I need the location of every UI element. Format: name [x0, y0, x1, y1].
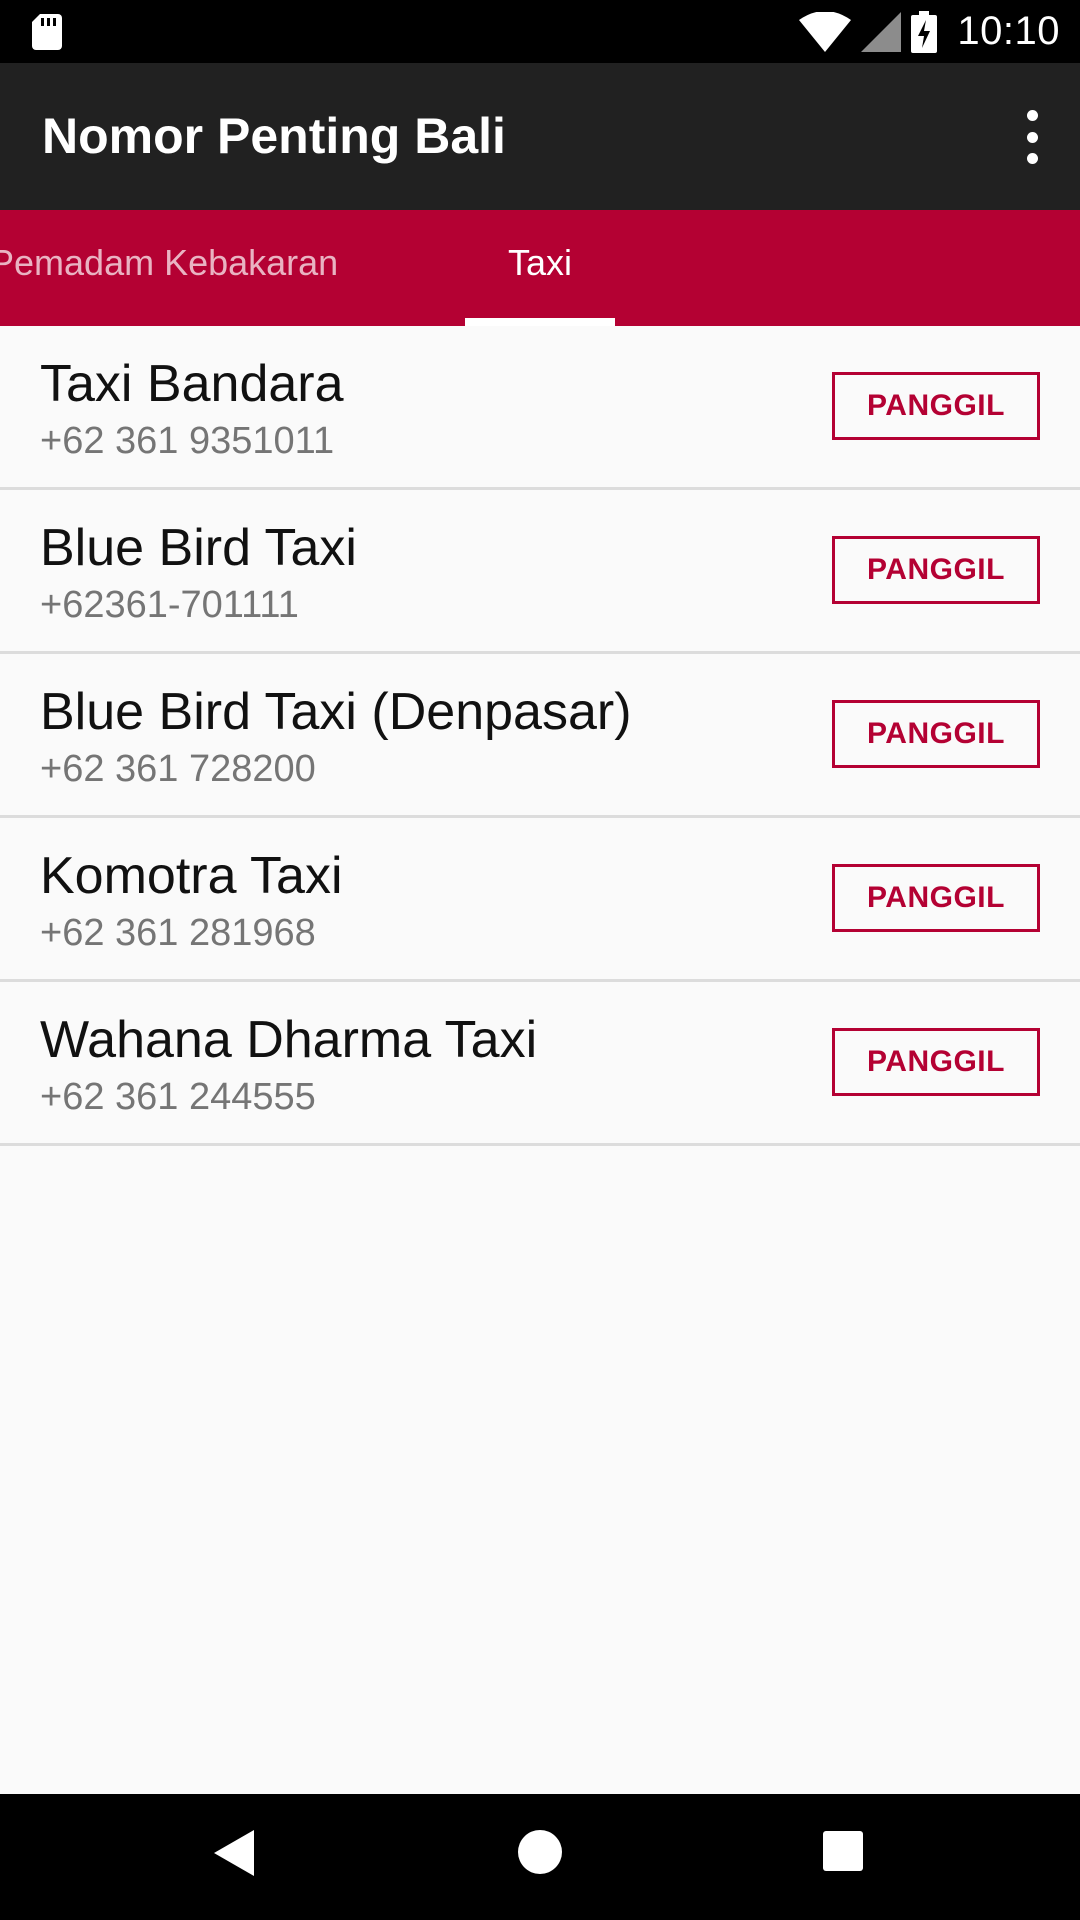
call-button[interactable]: PANGGIL: [832, 700, 1040, 768]
list-item: Komotra Taxi +62 361 281968 PANGGIL: [0, 818, 1080, 982]
recents-icon[interactable]: [823, 1831, 863, 1871]
contact-list: Taxi Bandara +62 361 9351011 PANGGIL Blu…: [0, 326, 1080, 1146]
list-item: Blue Bird Taxi (Denpasar) +62 361 728200…: [0, 654, 1080, 818]
tab-bar: Pemadam Kebakaran Taxi: [0, 210, 1080, 326]
contact-name: Taxi Bandara: [40, 355, 344, 413]
contact-phone: +62361-701111: [40, 584, 299, 626]
contact-name: Blue Bird Taxi: [40, 519, 357, 577]
list-item: Blue Bird Taxi +62361-701111 PANGGIL: [0, 490, 1080, 654]
contact-name: Wahana Dharma Taxi: [40, 1011, 538, 1069]
back-icon[interactable]: [214, 1830, 254, 1876]
call-button[interactable]: PANGGIL: [832, 1028, 1040, 1096]
contact-phone: +62 361 281968: [40, 912, 316, 954]
tab-pemadam-kebakaran[interactable]: Pemadam Kebakaran: [0, 210, 338, 326]
battery-charging-icon: [911, 10, 938, 53]
status-time: 10:10: [957, 9, 1060, 53]
status-bar: 10:10: [0, 0, 1080, 63]
app-bar: Nomor Penting Bali: [0, 63, 1080, 210]
contact-phone: +62 361 728200: [40, 748, 316, 790]
more-vert-icon[interactable]: [1014, 107, 1050, 167]
sd-card-icon: [32, 14, 62, 50]
contact-phone: +62 361 244555: [40, 1076, 316, 1118]
tab-indicator: [465, 318, 615, 326]
call-button[interactable]: PANGGIL: [832, 864, 1040, 932]
status-icons: 10:10: [799, 0, 1060, 63]
navigation-bar: [0, 1794, 1080, 1920]
contact-phone: +62 361 9351011: [40, 420, 335, 462]
tab-taxi[interactable]: Taxi: [465, 210, 615, 326]
app-title: Nomor Penting Bali: [42, 108, 506, 164]
list-item: Taxi Bandara +62 361 9351011 PANGGIL: [0, 326, 1080, 490]
home-icon[interactable]: [518, 1830, 562, 1874]
contact-name: Blue Bird Taxi (Denpasar): [40, 683, 632, 741]
list-item: Wahana Dharma Taxi +62 361 244555 PANGGI…: [0, 982, 1080, 1146]
call-button[interactable]: PANGGIL: [832, 536, 1040, 604]
call-button[interactable]: PANGGIL: [832, 372, 1040, 440]
wifi-icon: [799, 11, 852, 52]
cell-signal-icon: [861, 11, 902, 52]
contact-name: Komotra Taxi: [40, 847, 343, 905]
